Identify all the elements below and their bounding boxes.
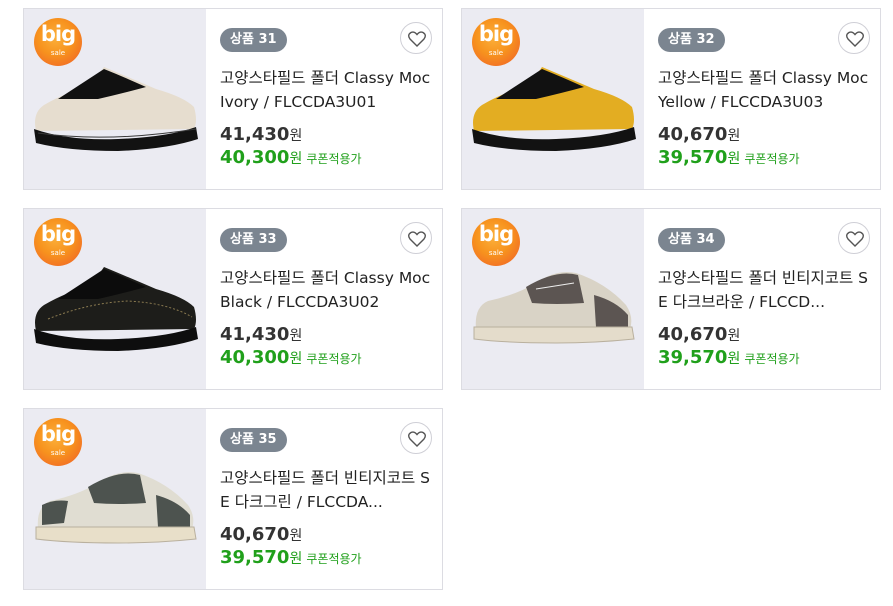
coupon-label: 쿠폰적용가 xyxy=(306,352,362,366)
product-card-35[interactable]: big sale 상품 35 고양스타필드 폴더 빈티지코트 SE 다크그린 /… xyxy=(23,408,443,590)
product-title[interactable]: 고양스타필드 폴더 Classy Moc Yellow / FLCCDA3U03 xyxy=(658,66,870,114)
product-card-33[interactable]: big sale 상품 33 고양스타필드 폴더 Classy Moc Blac… xyxy=(23,208,443,390)
product-title[interactable]: 고양스타필드 폴더 Classy Moc Black / FLCCDA3U02 xyxy=(220,266,432,314)
product-number-pill: 상품 31 xyxy=(220,28,287,52)
product-number-pill: 상품 35 xyxy=(220,428,287,452)
heart-icon xyxy=(408,431,426,447)
product-image[interactable]: big sale xyxy=(462,209,644,389)
product-number-pill: 상품 34 xyxy=(658,228,725,252)
coupon-label: 쿠폰적용가 xyxy=(306,152,362,166)
product-image[interactable]: big sale xyxy=(24,409,206,589)
coupon-price: 39,570원 쿠폰적용가 xyxy=(220,547,362,568)
big-sale-badge: big sale xyxy=(472,18,520,66)
product-number-pill: 상품 32 xyxy=(658,28,725,52)
original-price: 41,430원 xyxy=(220,324,303,345)
product-card-31[interactable]: big sale 상품 31 고양스타필드 폴더 Classy Moc Ivor… xyxy=(23,8,443,190)
coupon-label: 쿠폰적용가 xyxy=(306,552,362,566)
big-sale-badge: big sale xyxy=(34,18,82,66)
heart-icon xyxy=(408,31,426,47)
big-sale-badge: big sale xyxy=(34,418,82,466)
product-title[interactable]: 고양스타필드 폴더 빈티지코트 SE 다크브라운 / FLCCD... xyxy=(658,266,870,314)
coupon-price: 40,300원 쿠폰적용가 xyxy=(220,147,362,168)
coupon-price: 40,300원 쿠폰적용가 xyxy=(220,347,362,368)
wishlist-button[interactable] xyxy=(400,222,432,254)
product-image[interactable]: big sale xyxy=(24,9,206,189)
wishlist-button[interactable] xyxy=(400,22,432,54)
coupon-label: 쿠폰적용가 xyxy=(744,352,800,366)
product-card-32[interactable]: big sale 상품 32 고양스타필드 폴더 Classy Moc Yell… xyxy=(461,8,881,190)
product-card-34[interactable]: big sale 상품 34 고양스타필드 폴더 빈티지코트 SE 다크브라운 … xyxy=(461,208,881,390)
original-price: 40,670원 xyxy=(658,124,741,145)
wishlist-button[interactable] xyxy=(838,222,870,254)
product-number-pill: 상품 33 xyxy=(220,228,287,252)
original-price: 40,670원 xyxy=(220,524,303,545)
coupon-label: 쿠폰적용가 xyxy=(744,152,800,166)
coupon-price: 39,570원 쿠폰적용가 xyxy=(658,347,800,368)
original-price: 41,430원 xyxy=(220,124,303,145)
wishlist-button[interactable] xyxy=(838,22,870,54)
heart-icon xyxy=(846,231,864,247)
big-sale-badge: big sale xyxy=(34,218,82,266)
product-title[interactable]: 고양스타필드 폴더 Classy Moc Ivory / FLCCDA3U01 xyxy=(220,66,432,114)
product-title[interactable]: 고양스타필드 폴더 빈티지코트 SE 다크그린 / FLCCDA... xyxy=(220,466,432,514)
big-sale-badge: big sale xyxy=(472,218,520,266)
heart-icon xyxy=(846,31,864,47)
product-image[interactable]: big sale xyxy=(462,9,644,189)
wishlist-button[interactable] xyxy=(400,422,432,454)
original-price: 40,670원 xyxy=(658,324,741,345)
product-image[interactable]: big sale xyxy=(24,209,206,389)
coupon-price: 39,570원 쿠폰적용가 xyxy=(658,147,800,168)
heart-icon xyxy=(408,231,426,247)
